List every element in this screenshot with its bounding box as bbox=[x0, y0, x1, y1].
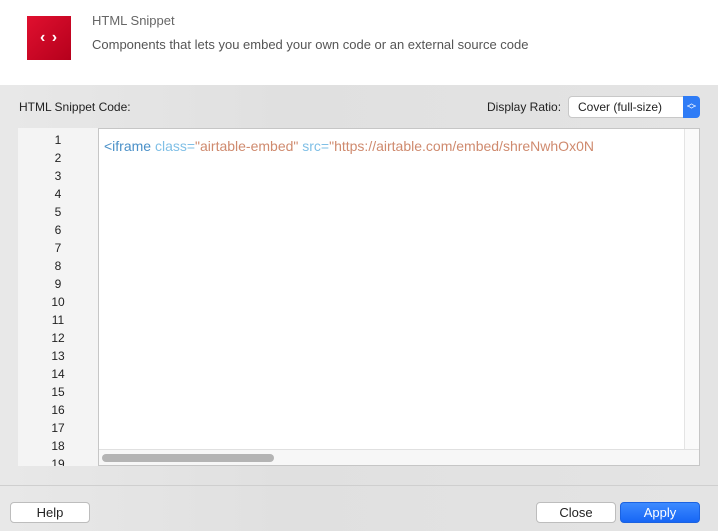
code-string: "https://airtable.com/embed/shreNwhOx0N bbox=[329, 138, 594, 154]
line-number-gutter: 1 2 3 4 5 6 7 8 9 10 11 12 13 14 15 16 17 18 19 bbox=[18, 128, 98, 466]
component-description: Components that lets you embed your own … bbox=[92, 37, 529, 52]
apply-button[interactable]: Apply bbox=[620, 502, 700, 523]
line-number: 12 bbox=[51, 331, 65, 345]
display-ratio-label: Display Ratio: bbox=[487, 100, 562, 114]
horizontal-scrollbar[interactable] bbox=[99, 449, 699, 465]
line-number: 16 bbox=[51, 403, 65, 417]
line-number: 19 bbox=[51, 457, 65, 466]
code-attr: class= bbox=[151, 138, 196, 154]
code-attr: src= bbox=[298, 138, 330, 154]
line-number: 17 bbox=[51, 421, 65, 435]
vertical-scrollbar[interactable] bbox=[684, 129, 699, 451]
line-number: 5 bbox=[54, 205, 62, 219]
code-line: <iframe class="airtable-embed" src="http… bbox=[104, 138, 684, 154]
code-editor: 1 2 3 4 5 6 7 8 9 10 11 12 13 14 15 16 17 18 19 <iframe cl… bbox=[18, 128, 700, 466]
display-ratio-value: Cover (full-size) bbox=[578, 100, 663, 114]
line-number: 9 bbox=[54, 277, 62, 291]
line-number: 14 bbox=[51, 367, 65, 381]
line-number: 3 bbox=[54, 169, 62, 183]
code-brackets-icon: ‹ › bbox=[27, 16, 71, 60]
line-number: 15 bbox=[51, 385, 65, 399]
code-input[interactable]: <iframe class="airtable-embed" src="http… bbox=[98, 128, 700, 466]
header: ‹ › HTML Snippet Components that lets yo… bbox=[0, 0, 718, 85]
scrollbar-thumb[interactable] bbox=[102, 454, 274, 462]
line-number: 8 bbox=[54, 259, 62, 273]
code-label: HTML Snippet Code: bbox=[19, 100, 131, 114]
line-number: 6 bbox=[54, 223, 62, 237]
line-number: 2 bbox=[54, 151, 62, 165]
close-button[interactable]: Close bbox=[536, 502, 616, 523]
display-ratio-select[interactable]: Cover (full-size) ︿ ﹀ bbox=[568, 96, 700, 118]
component-title: HTML Snippet bbox=[92, 13, 175, 28]
line-number: 18 bbox=[51, 439, 65, 453]
line-number: 1 bbox=[54, 133, 62, 147]
help-button[interactable]: Help bbox=[10, 502, 90, 523]
line-number: 7 bbox=[54, 241, 62, 255]
code-tag: <iframe bbox=[104, 138, 152, 154]
line-number: 13 bbox=[51, 349, 65, 363]
line-number: 4 bbox=[54, 187, 62, 201]
code-string: "airtable-embed" bbox=[195, 138, 299, 154]
divider bbox=[0, 485, 718, 486]
line-number: 11 bbox=[51, 313, 65, 327]
chevron-up-down-icon: ︿ ﹀ bbox=[683, 96, 700, 118]
line-number: 10 bbox=[51, 295, 65, 309]
